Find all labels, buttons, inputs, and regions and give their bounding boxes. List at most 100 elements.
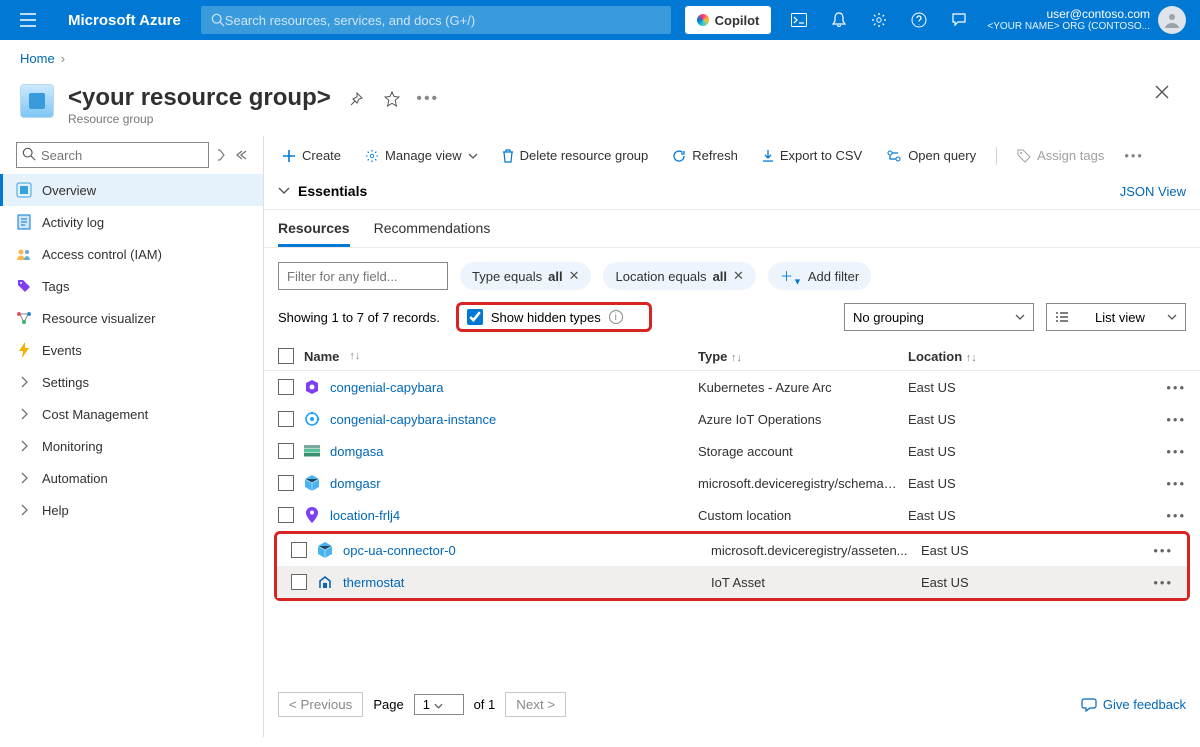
row-checkbox[interactable] (291, 574, 307, 590)
delete-rg-button[interactable]: Delete resource group (498, 144, 653, 167)
row-actions-button[interactable]: ••• (1166, 412, 1186, 427)
add-filter-label: Add filter (808, 269, 859, 284)
table-row[interactable]: thermostat IoT Asset East US ••• (277, 566, 1187, 598)
pill-location-remove[interactable]: ✕ (733, 268, 744, 284)
account-button[interactable]: user@contoso.com <YOUR NAME> ORG (CONTOS… (987, 6, 1192, 34)
add-filter-button[interactable]: ＋▼ Add filter (768, 262, 871, 290)
table-row[interactable]: domgasr microsoft.deviceregistry/schemar… (264, 467, 1200, 499)
pill-type-remove[interactable]: ✕ (569, 268, 580, 284)
cloud-shell-button[interactable] (779, 0, 819, 40)
nav-hamburger-button[interactable] (8, 0, 48, 40)
resource-link[interactable]: thermostat (343, 575, 404, 590)
info-icon[interactable]: i (609, 310, 623, 324)
global-search[interactable] (201, 6, 671, 34)
tab-resources[interactable]: Resources (278, 220, 350, 247)
sidebar-item-resource-visualizer[interactable]: Resource visualizer (0, 302, 263, 334)
close-blade-button[interactable] (1154, 84, 1170, 100)
copilot-button[interactable]: Copilot (685, 6, 772, 34)
sidebar-item-overview[interactable]: Overview (0, 174, 263, 206)
chevron-right-icon (16, 470, 32, 486)
favorite-button[interactable] (381, 88, 403, 110)
row-checkbox[interactable] (278, 379, 294, 395)
sidebar-item-automation[interactable]: Automation (0, 462, 263, 494)
essentials-toggle[interactable]: Essentials (278, 183, 367, 199)
notifications-button[interactable] (819, 0, 859, 40)
refresh-button[interactable]: Refresh (668, 144, 742, 167)
row-actions-button[interactable]: ••• (1153, 543, 1173, 558)
cell-location: East US (908, 412, 1156, 427)
pager-next-button[interactable]: Next > (505, 692, 566, 717)
filter-pill-type[interactable]: Type equals all✕ (460, 262, 591, 290)
resource-link[interactable]: congenial-capybara-instance (330, 412, 496, 427)
row-actions-button[interactable]: ••• (1166, 444, 1186, 459)
row-checkbox[interactable] (291, 542, 307, 558)
pill-type-prefix: Type equals (472, 269, 542, 284)
tab-recommendations[interactable]: Recommendations (374, 220, 491, 247)
help-button[interactable] (899, 0, 939, 40)
resource-link[interactable]: congenial-capybara (330, 380, 443, 395)
global-search-input[interactable] (225, 13, 661, 28)
table-row[interactable]: location-frlj4 Custom location East US •… (264, 499, 1200, 531)
row-actions-button[interactable]: ••• (1153, 575, 1173, 590)
resource-link[interactable]: domgasr (330, 476, 381, 491)
table-row[interactable]: congenial-capybara-instance Azure IoT Op… (264, 403, 1200, 435)
row-actions-button[interactable]: ••• (1166, 380, 1186, 395)
sidebar-expand-button[interactable] (217, 148, 227, 162)
chevron-down-icon (434, 703, 443, 709)
col-name[interactable]: Name (304, 349, 339, 364)
cell-type: microsoft.deviceregistry/schemar... (698, 476, 898, 491)
resource-link[interactable]: location-frlj4 (330, 508, 400, 523)
show-hidden-checkbox[interactable] (467, 309, 483, 325)
row-actions-button[interactable]: ••• (1166, 508, 1186, 523)
table-row[interactable]: congenial-capybara Kubernetes - Azure Ar… (264, 371, 1200, 403)
create-button[interactable]: Create (278, 144, 345, 167)
col-type[interactable]: Type (698, 349, 727, 364)
view-mode-select[interactable]: List view (1046, 303, 1186, 331)
manage-view-button[interactable]: Manage view (361, 144, 482, 167)
select-all-checkbox[interactable] (278, 348, 294, 364)
pager-prev-button[interactable]: < Previous (278, 692, 363, 717)
sidebar-item-help[interactable]: Help (0, 494, 263, 526)
grouping-select[interactable]: No grouping (844, 303, 1034, 331)
row-checkbox[interactable] (278, 475, 294, 491)
sidebar-item-access-control-iam-[interactable]: Access control (IAM) (0, 238, 263, 270)
table-row[interactable]: domgasa Storage account East US ••• (264, 435, 1200, 467)
settings-button[interactable] (859, 0, 899, 40)
pin-button[interactable] (345, 88, 367, 110)
give-feedback-link[interactable]: Give feedback (1081, 697, 1186, 712)
more-button[interactable]: ••• (417, 88, 439, 110)
sort-icon[interactable]: ↑↓ (966, 352, 977, 364)
filter-pill-location[interactable]: Location equals all✕ (603, 262, 755, 290)
main-pane: Create Manage view Delete resource group… (264, 136, 1200, 737)
breadcrumb-home[interactable]: Home (20, 51, 55, 66)
chevron-right-icon: › (61, 51, 65, 66)
sidebar-search-input[interactable] (16, 142, 209, 168)
sort-icon[interactable]: ↑↓ (349, 350, 360, 362)
row-checkbox[interactable] (278, 507, 294, 523)
row-actions-button[interactable]: ••• (1166, 476, 1186, 491)
sidebar-item-tags[interactable]: Tags (0, 270, 263, 302)
sidebar-item-activity-log[interactable]: Activity log (0, 206, 263, 238)
sidebar-item-monitoring[interactable]: Monitoring (0, 430, 263, 462)
query-icon (886, 150, 902, 162)
col-location[interactable]: Location (908, 349, 962, 364)
table-row[interactable]: opc-ua-connector-0 microsoft.deviceregis… (277, 534, 1187, 566)
sidebar-item-settings[interactable]: Settings (0, 366, 263, 398)
row-checkbox[interactable] (278, 443, 294, 459)
feedback-button[interactable] (939, 0, 979, 40)
sidebar-item-cost-management[interactable]: Cost Management (0, 398, 263, 430)
pager-page-select[interactable]: 1 (414, 694, 464, 715)
row-checkbox[interactable] (278, 411, 294, 427)
resource-link[interactable]: opc-ua-connector-0 (343, 543, 456, 558)
toolbar-overflow-button[interactable]: ••• (1124, 148, 1144, 163)
resource-link[interactable]: domgasa (330, 444, 383, 459)
sidebar-collapse-button[interactable] (235, 150, 247, 160)
add-filter-icon: ＋▼ (780, 266, 802, 287)
open-query-button[interactable]: Open query (882, 144, 980, 167)
filter-input[interactable] (278, 262, 448, 290)
sidebar-item-events[interactable]: Events (0, 334, 263, 366)
header-icon-strip (779, 0, 979, 40)
json-view-link[interactable]: JSON View (1120, 184, 1186, 199)
export-csv-button[interactable]: Export to CSV (758, 144, 866, 167)
sort-icon[interactable]: ↑↓ (731, 352, 742, 364)
